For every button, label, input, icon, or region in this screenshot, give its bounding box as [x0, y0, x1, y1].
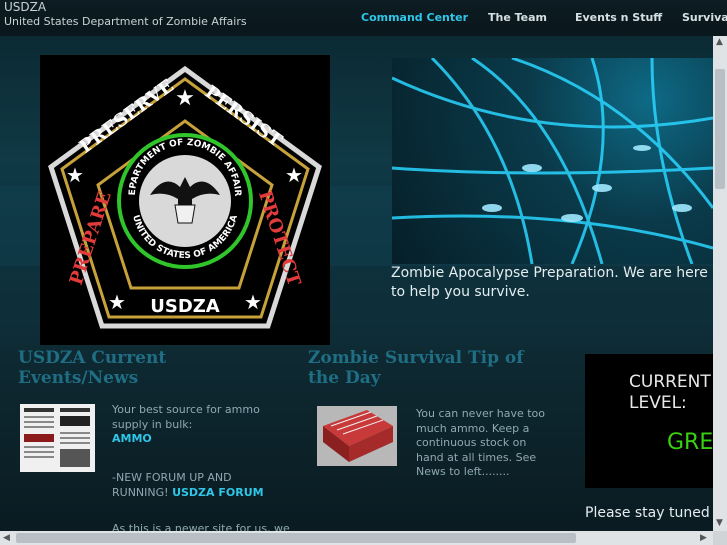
vertical-scrollbar[interactable]: ▲ ▼: [713, 36, 727, 531]
forum-link[interactable]: USDZA FORUM: [172, 486, 264, 499]
badge-word-usdza: USDZA: [150, 296, 220, 317]
news-title: USDZA Current Events/News: [18, 348, 167, 388]
tip-text: You can never have too much ammo. Keep a…: [416, 407, 546, 478]
nav-events-n-stuff[interactable]: Events n Stuff: [575, 11, 662, 24]
site-name: USDZA: [4, 0, 47, 14]
ammo-crates-icon: [317, 406, 397, 466]
news-intro: Your best source for ammo supply in bulk…: [112, 403, 272, 447]
tip-thumbnail[interactable]: [317, 406, 397, 466]
horizontal-scroll-thumb[interactable]: [16, 533, 576, 543]
svg-text:★: ★: [285, 163, 303, 187]
horizontal-scrollbar[interactable]: ◀ ▶: [0, 531, 713, 545]
news-thumbnail[interactable]: [20, 404, 95, 472]
nav-command-center[interactable]: Command Center: [361, 11, 468, 24]
stay-tuned-text: Please stay tuned for: [585, 505, 727, 521]
news-intro-text: Your best source for ammo supply in bulk…: [112, 403, 260, 431]
scroll-left-icon[interactable]: ◀: [3, 533, 10, 543]
badge-emblem-icon: ★ ★ ★ ★ ★ PRESERVE PERSIST PREPARE PROTE…: [36, 48, 322, 329]
nav-the-team[interactable]: The Team: [488, 11, 547, 24]
newspaper-icon: [24, 408, 90, 467]
tip-title: Zombie Survival Tip of the Day: [308, 348, 524, 388]
svg-text:★: ★: [244, 290, 262, 314]
scrollbar-corner: [713, 531, 727, 545]
scroll-right-icon[interactable]: ▶: [700, 533, 707, 543]
network-graphic-icon: [392, 58, 713, 264]
network-image: [392, 58, 713, 264]
svg-text:★: ★: [66, 163, 84, 187]
usdza-badge-logo: ★ ★ ★ ★ ★ PRESERVE PERSIST PREPARE PROTE…: [36, 48, 330, 345]
news-forum: -NEW FORUM UP AND RUNNING! USDZA FORUM: [112, 471, 272, 500]
ammo-link[interactable]: AMMO: [112, 432, 152, 445]
hero-caption: Zombie Apocalypse Preparation. We are he…: [391, 265, 708, 300]
threat-level-title: CURRENT LEVEL:: [629, 372, 711, 413]
svg-text:★: ★: [108, 290, 126, 314]
scroll-up-icon[interactable]: ▲: [716, 37, 723, 47]
svg-text:★: ★: [175, 86, 195, 111]
vertical-scroll-thumb[interactable]: [715, 69, 725, 189]
nav-survival[interactable]: Survival: [682, 11, 727, 24]
scroll-down-icon[interactable]: ▼: [716, 518, 723, 528]
site-subtitle: United States Department of Zombie Affai…: [4, 15, 247, 28]
